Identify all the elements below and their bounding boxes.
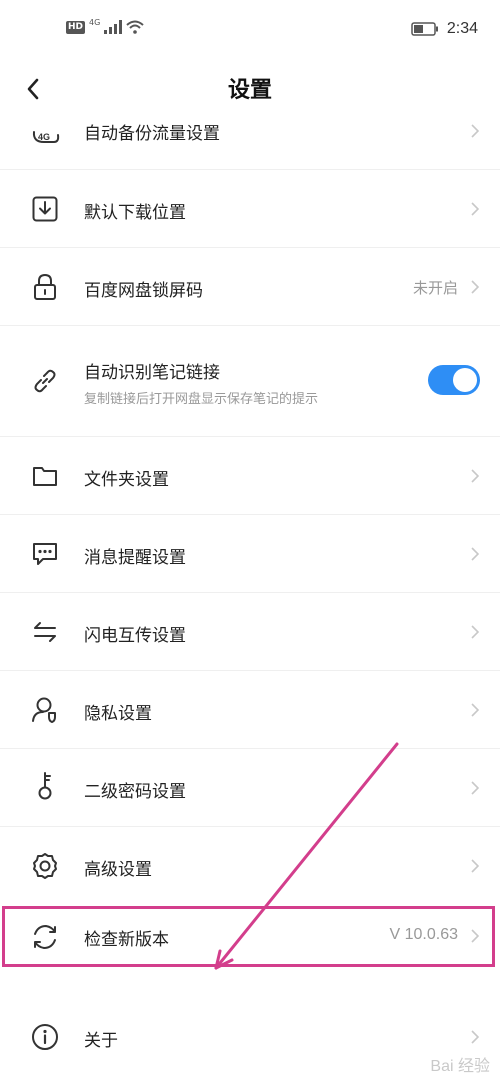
message-icon bbox=[30, 539, 60, 569]
row-subtitle: 复制链接后打开网盘显示保存笔记的提示 bbox=[84, 392, 319, 407]
status-time: 2:34 bbox=[446, 20, 478, 37]
toggle-knob bbox=[453, 368, 477, 392]
chevron-right-icon bbox=[468, 703, 482, 717]
download-box-icon bbox=[30, 194, 60, 224]
network-label: 4G bbox=[89, 17, 101, 27]
settings-row-about[interactable]: 关于 bbox=[0, 998, 500, 1076]
settings-row-folder[interactable]: 文件夹设置 bbox=[0, 437, 500, 515]
page-title: 设置 bbox=[227, 78, 272, 103]
settings-row-lock[interactable]: 百度网盘锁屏码 未开启 bbox=[0, 248, 500, 326]
row-label: 闪电互传设置 bbox=[84, 626, 186, 646]
privacy-user-icon bbox=[30, 695, 60, 725]
row-label: 消息提醒设置 bbox=[84, 548, 186, 568]
row-label: 高级设置 bbox=[84, 860, 152, 880]
row-label: 自动识别笔记链接 bbox=[84, 363, 220, 383]
chevron-right-icon bbox=[468, 625, 482, 639]
watermark-logo: Bai 经验 bbox=[430, 1052, 490, 1076]
highlight-frame bbox=[2, 906, 495, 967]
chevron-right-icon bbox=[468, 202, 482, 216]
row-label: 文件夹设置 bbox=[84, 470, 169, 490]
chevron-right-icon bbox=[468, 280, 482, 294]
svg-text:4G: 4G bbox=[38, 132, 50, 142]
lock-status-value: 未开启 bbox=[412, 279, 458, 297]
chevron-right-icon bbox=[468, 1030, 482, 1044]
chevron-right-icon bbox=[468, 469, 482, 483]
status-right: 2:34 bbox=[411, 20, 478, 38]
settings-row-privacy[interactable]: 隐私设置 bbox=[0, 671, 500, 749]
row-label: 百度网盘锁屏码 bbox=[84, 281, 203, 301]
settings-row-notes: 自动识别笔记链接 复制链接后打开网盘显示保存笔记的提示 bbox=[0, 340, 500, 426]
row-label: 自动备份流量设置 bbox=[84, 124, 220, 144]
4g-cloud-icon: 4G bbox=[30, 118, 60, 148]
nav-bar: 设置 bbox=[0, 62, 500, 114]
row-label: 隐私设置 bbox=[84, 704, 152, 724]
link-icon bbox=[30, 366, 60, 396]
status-left: HD 4G bbox=[66, 17, 144, 34]
row-label: 二级密码设置 bbox=[84, 782, 186, 802]
signal-icon bbox=[104, 20, 123, 34]
settings-row-message[interactable]: 消息提醒设置 bbox=[0, 515, 500, 593]
row-label: 关于 bbox=[84, 1031, 118, 1051]
row-label: 默认下载位置 bbox=[84, 203, 186, 223]
key-icon bbox=[30, 771, 60, 801]
divider bbox=[0, 325, 500, 326]
hd-badge: HD bbox=[66, 20, 86, 34]
settings-row-transfer[interactable]: 闪电互传设置 bbox=[0, 593, 500, 671]
notes-link-toggle[interactable] bbox=[428, 365, 480, 395]
info-icon bbox=[30, 1022, 60, 1052]
settings-row-password[interactable]: 二级密码设置 bbox=[0, 749, 500, 827]
settings-row-download[interactable]: 默认下载位置 bbox=[0, 170, 500, 248]
settings-row-backup[interactable]: 4G 自动备份流量设置 bbox=[0, 114, 500, 170]
transfer-arrows-icon bbox=[30, 617, 60, 647]
battery-icon bbox=[411, 22, 438, 36]
lock-icon bbox=[30, 272, 60, 302]
watermark-text: Bai 经验 bbox=[430, 1058, 490, 1075]
status-bar: HD 4G 2:34 bbox=[0, 0, 500, 62]
chevron-right-icon bbox=[468, 781, 482, 795]
chevron-right-icon bbox=[468, 124, 482, 138]
gear-icon bbox=[30, 851, 60, 881]
settings-row-advanced[interactable]: 高级设置 bbox=[0, 827, 500, 905]
chevron-right-icon bbox=[468, 547, 482, 561]
wifi-icon bbox=[126, 20, 144, 34]
chevron-right-icon bbox=[468, 859, 482, 873]
folder-icon bbox=[30, 461, 60, 491]
